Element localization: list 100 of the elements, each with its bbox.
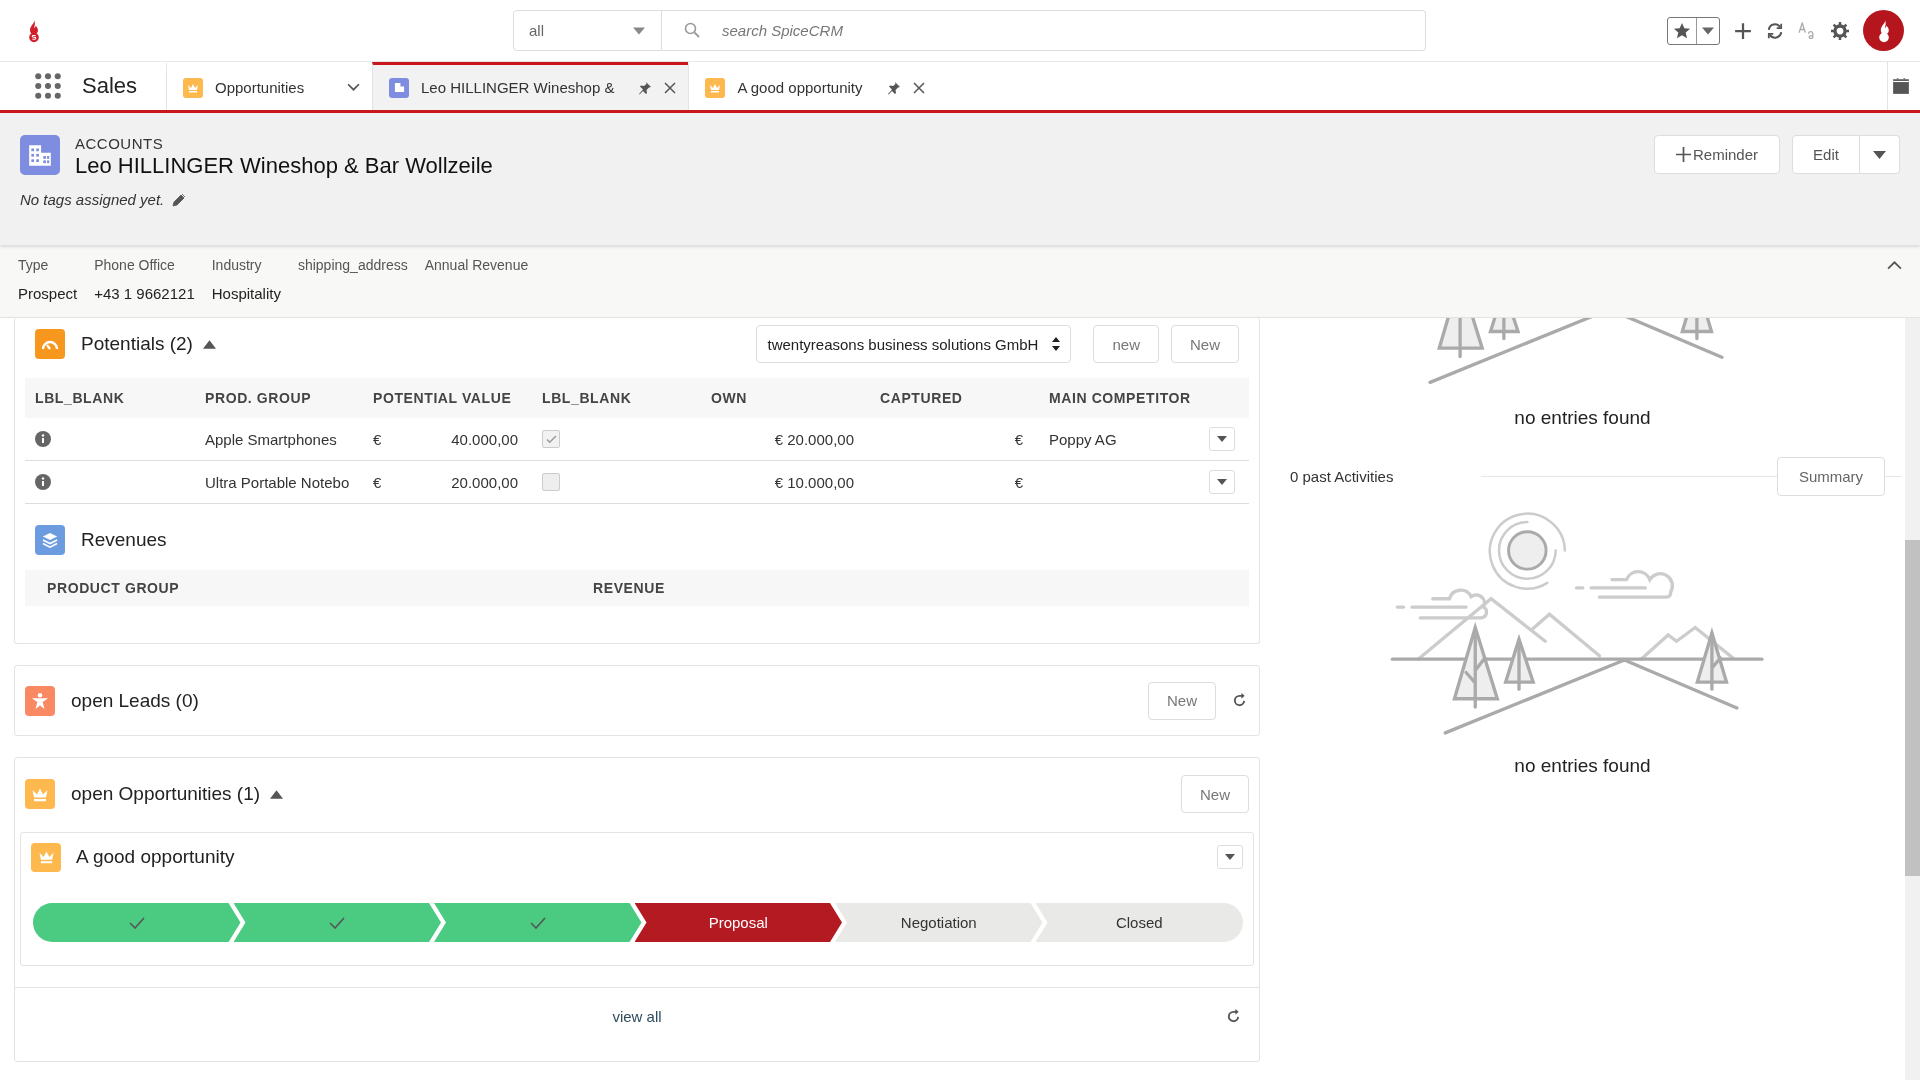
new-button[interactable]: New [1181,775,1249,813]
new-button[interactable]: New [1171,325,1239,363]
table-cell-text: Apple Smartphones [204,430,338,448]
field-label: Industry [211,257,263,273]
check-icon [529,916,546,929]
info-icon[interactable] [35,431,51,447]
field-value: Prospect [18,285,78,302]
caret-icon [1225,854,1235,860]
settings-icon[interactable] [1831,21,1849,40]
column-header[interactable]: MAIN COMPETITOR [1039,390,1191,406]
row-menu-button[interactable] [1209,470,1235,494]
refresh-icon[interactable] [1766,21,1784,40]
collapse-toggle-icon[interactable] [202,339,216,349]
view-all-link[interactable]: view all [612,1007,662,1025]
module-label: ACCOUNTS [75,135,165,152]
pin-icon[interactable] [638,80,653,95]
reminder-button[interactable]: Reminder [1654,135,1780,174]
scrollbar-thumb[interactable] [1905,540,1920,876]
table-cell-text: € 10.000,00 [773,473,855,491]
section-title: open Leads (0) [71,689,199,712]
check-icon [545,434,557,444]
column-header[interactable]: PROD. GROUP [195,390,363,406]
more-actions-button[interactable] [1860,135,1900,174]
checkbox[interactable] [542,430,560,448]
column-header: PRODUCT GROUP [46,580,181,596]
collapse-toggle-icon[interactable] [270,789,284,799]
sales-stage[interactable]: Closed [1035,903,1243,942]
scope-dropdown[interactable]: all [513,10,662,51]
field-value: Hospitality [211,285,281,302]
currency-symbol: € [373,430,382,448]
pin-icon[interactable] [886,80,901,95]
column-header[interactable]: CAPTURED [870,390,1039,406]
refresh-icon[interactable] [1232,693,1247,708]
caret-icon [1217,436,1227,442]
column-header[interactable]: LBL_BLANK [25,390,195,406]
checkbox[interactable] [542,473,560,491]
notes-icon[interactable] [1887,62,1910,110]
crown-icon [705,77,726,98]
crown-icon [183,77,203,98]
new-button[interactable]: New [1148,681,1216,720]
table-cell-text: € 20.000,00 [773,430,855,448]
section-title: Potentials (2) [81,333,193,355]
column-header[interactable]: POTENTIAL VALUE [363,390,532,406]
account-icon [20,135,60,175]
section-title: Revenues [81,529,167,551]
field-value: +43 1 9662121 [94,285,195,302]
field-label: shipping_address [297,257,408,273]
favorites-button[interactable] [1667,16,1720,45]
navigation-tab[interactable]: A good opportunity [688,62,937,110]
section-title: open Opportunities (1) [71,783,261,805]
tags-text: No tags assigned yet. [20,191,165,208]
gauge-icon [35,329,65,359]
app-launcher-icon[interactable] [35,73,61,99]
layers-icon [35,525,65,555]
sort-arrows-icon [1052,337,1061,351]
close-icon[interactable] [912,81,925,94]
column-header[interactable]: LBL_BLANK [532,390,701,406]
navigation-tab[interactable]: Leo HILLINGER Wineshop & [372,62,689,110]
check-icon [128,916,145,929]
user-avatar[interactable] [1863,10,1904,51]
currency-symbol: € [373,473,382,491]
table-cell: 20.000,00 [451,473,518,491]
column-header[interactable]: OWN [701,390,870,406]
sales-stage[interactable]: Proposal [634,903,842,942]
crown-icon [25,779,55,809]
search-field[interactable]: search SpiceCRM [662,10,1426,51]
item-menu-button[interactable] [1217,845,1243,869]
table-cell-text: Ultra Portable Notebo [204,473,351,491]
company-select[interactable]: twentyreasons business solutions GmbH [756,325,1072,363]
table-cell-text: € [1013,430,1024,448]
sales-stage[interactable]: Negotiation [835,903,1043,942]
collapse-icon[interactable] [1887,261,1902,270]
column-header: REVENUE [592,580,666,596]
field-label: Annual Revenue [424,257,529,273]
search-icon [684,22,700,38]
building-icon [389,77,409,98]
pencil-icon[interactable] [172,192,187,207]
edit-button[interactable]: Edit [1792,135,1860,174]
chevron-down-icon[interactable] [347,83,360,92]
table-cell: Poppy AG [1049,430,1117,448]
empty-message: no entries found [1514,407,1651,429]
opportunity-name[interactable]: A good opportunity [76,846,235,868]
summary-button[interactable]: Summary [1777,457,1885,496]
plus-icon[interactable] [1734,21,1752,40]
check-icon [329,916,346,929]
star-icon [1673,21,1691,40]
close-icon[interactable] [664,81,677,94]
row-menu-button[interactable] [1209,427,1235,451]
empty-message: no entries found [1514,755,1651,777]
navigation-tab[interactable]: Opportunities [166,62,372,110]
caret-icon [1702,26,1714,35]
caret-icon [1873,150,1886,159]
crown-icon [31,842,61,872]
field-label: Phone Office [94,257,176,273]
refresh-icon[interactable] [1226,1008,1241,1024]
activities-count: 0 past Activities [1290,468,1394,485]
caret-icon [1217,479,1227,485]
info-icon[interactable] [35,474,51,490]
new-button[interactable]: new [1093,325,1159,363]
field-label: Type [18,257,50,273]
